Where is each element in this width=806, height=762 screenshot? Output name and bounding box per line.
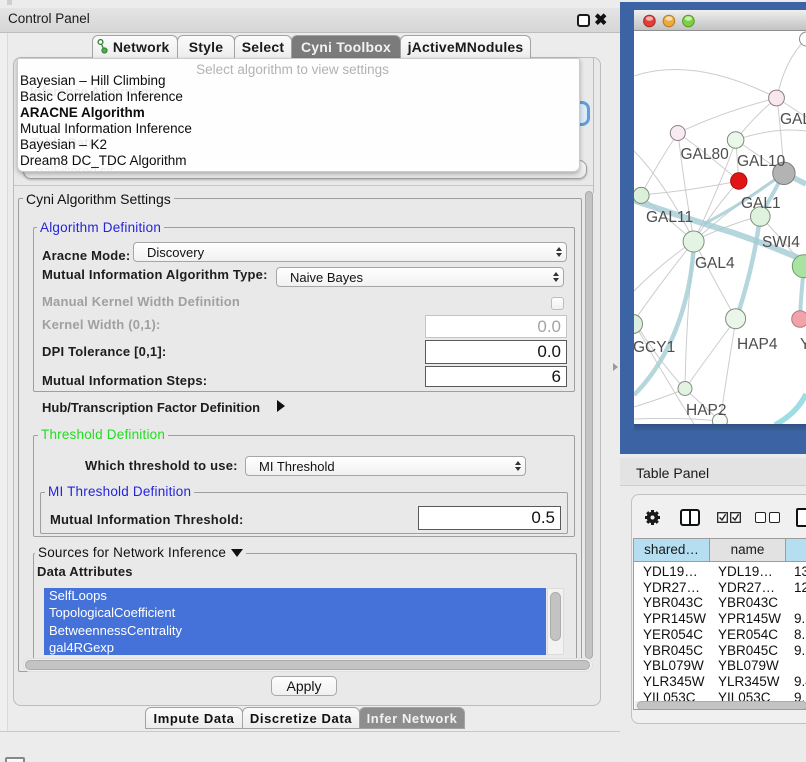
svg-text:GAL1: GAL1: [741, 195, 781, 212]
svg-text:GAL80: GAL80: [681, 146, 730, 163]
svg-text:GAL2: GAL2: [780, 111, 806, 128]
svg-text:GAL4: GAL4: [695, 255, 735, 272]
svg-text:HAP2: HAP2: [686, 402, 727, 419]
svg-text:GCY1: GCY1: [634, 339, 675, 356]
svg-text:HAP4: HAP4: [737, 336, 778, 353]
svg-text:GAL10: GAL10: [737, 153, 786, 170]
svg-text:Y: Y: [800, 336, 806, 353]
svg-text:GAL11: GAL11: [646, 209, 693, 226]
svg-text:SWI4: SWI4: [762, 234, 800, 251]
